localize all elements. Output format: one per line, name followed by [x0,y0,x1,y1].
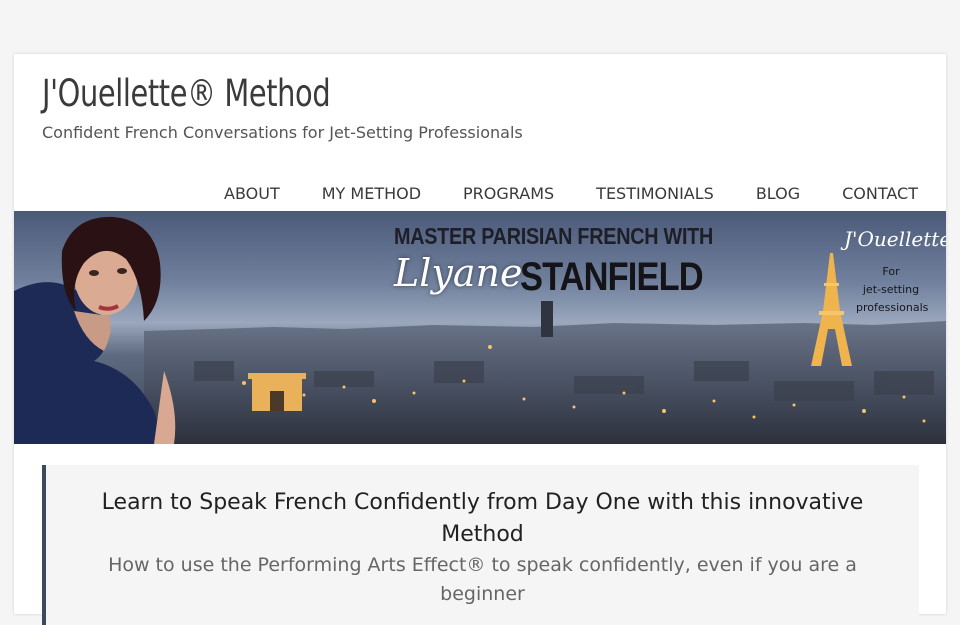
hero-brand-line: jet-setting [862,283,920,296]
site-title[interactable]: J'Ouellette® Method [42,72,331,115]
main-nav: ABOUT MY METHOD PROGRAMS TESTIMONIALS BL… [224,184,918,203]
hero-brand-line: For [882,265,900,278]
hero-brand-caption: For jet-setting professionals [856,263,929,317]
portrait-photo [14,216,176,444]
intro-subheading: How to use the Performing Arts Effect® t… [108,554,857,605]
hero-banner: MASTER PARISIAN FRENCH WITH Llyane STANF… [14,211,946,444]
nav-testimonials[interactable]: TESTIMONIALS [596,184,714,203]
nav-blog[interactable]: BLOG [756,184,800,203]
nav-my-method[interactable]: MY METHOD [322,184,421,203]
hero-title: MASTER PARISIAN FRENCH WITH [394,223,714,249]
hero-last-name: STANFIELD [520,255,704,299]
nav-contact[interactable]: CONTACT [842,184,918,203]
hero-first-name: Llyane [394,251,523,295]
intro-heading: Learn to Speak French Confidently from D… [101,490,864,547]
page-container: J'Ouellette® Method Confident French Con… [14,54,946,625]
nav-about[interactable]: ABOUT [224,184,280,203]
site-tagline: Confident French Conversations for Jet-S… [42,123,523,142]
intro-callout: Learn to Speak French Confidently from D… [42,465,919,625]
nav-programs[interactable]: PROGRAMS [463,184,554,203]
hero-brand-signature: J'Ouellette [844,227,946,251]
hero-brand-line: professionals [856,301,929,314]
